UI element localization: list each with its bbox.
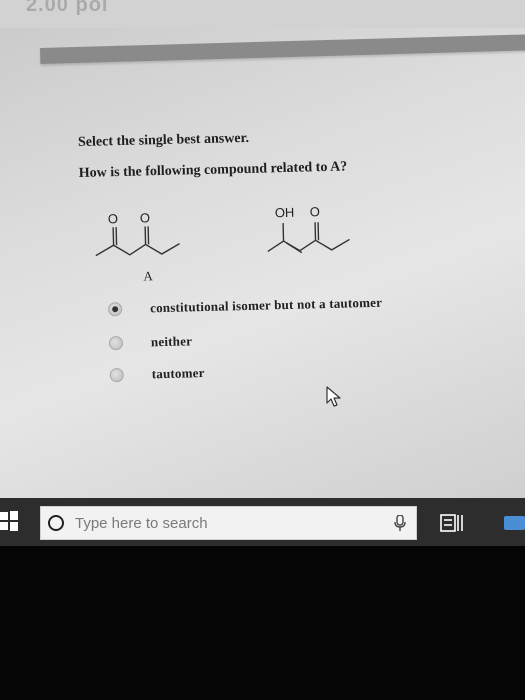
photo-of-screen: 2.00 poi Select the single best answer. …: [0, 0, 525, 700]
answer-option-neither[interactable]: neither: [108, 331, 193, 353]
compound-a-oxygen-2: O: [140, 210, 150, 225]
radio-button[interactable]: [108, 336, 124, 351]
answer-option-constitutional-isomer[interactable]: constitutional isomer but not a tautomer: [107, 293, 382, 320]
taskbar-search-box[interactable]: Type here to search: [40, 506, 417, 540]
dark-background: [0, 546, 525, 700]
quiz-page: 2.00 poi Select the single best answer. …: [0, 0, 525, 500]
compound-b: [267, 222, 350, 254]
search-placeholder: Type here to search: [75, 514, 208, 532]
microphone-icon[interactable]: [394, 515, 406, 531]
radio-button-selected[interactable]: [107, 302, 123, 317]
question-text: How is the following compound related to…: [78, 159, 348, 182]
answer-option-tautomer[interactable]: tautomer: [109, 363, 205, 385]
radio-button[interactable]: [109, 368, 124, 383]
app-icon[interactable]: [504, 516, 525, 530]
compound-a: [95, 226, 180, 257]
compound-a-oxygen-1: O: [108, 211, 118, 226]
windows-start-icon[interactable]: [0, 510, 18, 532]
compound-a-label: A: [143, 268, 153, 283]
windows-taskbar: Type here to search: [0, 498, 525, 546]
task-view-icon[interactable]: [440, 512, 464, 534]
option-label[interactable]: constitutional isomer but not a tautomer: [150, 295, 382, 317]
compound-b-hydroxyl: OH: [275, 205, 295, 220]
instruction-text: Select the single best answer.: [77, 130, 250, 151]
compound-b-oxygen: O: [310, 204, 320, 219]
molecule-structures: O O A OH O: [95, 204, 350, 283]
search-icon: [48, 515, 64, 531]
question-content: Select the single best answer. How is th…: [0, 0, 525, 502]
mouse-pointer-icon: [326, 386, 341, 407]
option-label[interactable]: tautomer: [152, 365, 205, 382]
option-label[interactable]: neither: [151, 333, 193, 350]
